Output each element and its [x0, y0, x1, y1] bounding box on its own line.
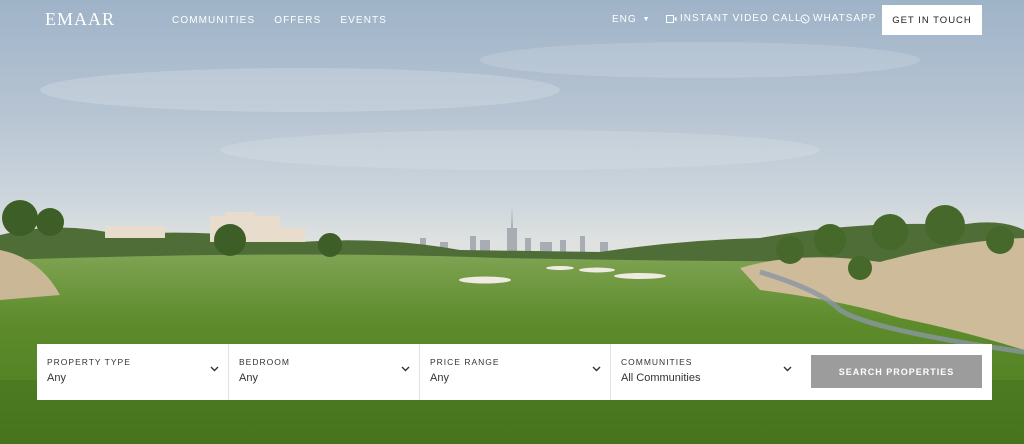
- video-call-label: INSTANT VIDEO CALL: [680, 13, 802, 24]
- main-nav-links: COMMUNITIES OFFERS EVENTS: [172, 15, 387, 26]
- nav-link-offers[interactable]: OFFERS: [274, 15, 321, 26]
- communities-dropdown[interactable]: COMMUNITIES All Communities: [610, 344, 801, 400]
- property-type-label: PROPERTY TYPE: [47, 357, 131, 367]
- chevron-down-icon: [401, 366, 410, 372]
- property-search-bar: PROPERTY TYPE Any BEDROOM Any PRICE RANG…: [37, 344, 992, 400]
- video-camera-icon: [666, 14, 677, 23]
- instant-video-call-link[interactable]: INSTANT VIDEO CALL: [666, 13, 802, 24]
- communities-label: COMMUNITIES: [621, 357, 693, 367]
- whatsapp-icon: [800, 14, 810, 23]
- whatsapp-label: WHATSAPP: [813, 13, 877, 24]
- chevron-down-icon: [783, 366, 792, 372]
- language-selector[interactable]: ENG ▼: [612, 14, 651, 25]
- language-label: ENG: [612, 14, 637, 25]
- top-navigation: EMAAR COMMUNITIES OFFERS EVENTS ENG ▼ INS…: [0, 0, 1024, 40]
- emaar-logo[interactable]: EMAAR: [45, 9, 115, 30]
- price-range-value: Any: [430, 372, 449, 384]
- property-type-value: Any: [47, 372, 66, 384]
- bedroom-value: Any: [239, 372, 258, 384]
- price-range-dropdown[interactable]: PRICE RANGE Any: [419, 344, 610, 400]
- nav-link-events[interactable]: EVENTS: [340, 15, 387, 26]
- property-type-dropdown[interactable]: PROPERTY TYPE Any: [37, 344, 228, 400]
- communities-value: All Communities: [621, 372, 701, 384]
- whatsapp-link[interactable]: WHATSAPP: [800, 13, 876, 24]
- chevron-down-icon: [210, 366, 219, 372]
- bedroom-dropdown[interactable]: BEDROOM Any: [228, 344, 419, 400]
- caret-down-icon: ▼: [642, 16, 651, 23]
- get-in-touch-button[interactable]: GET IN TOUCH: [882, 5, 982, 35]
- nav-link-communities[interactable]: COMMUNITIES: [172, 15, 255, 26]
- chevron-down-icon: [592, 366, 601, 372]
- search-properties-button[interactable]: SEARCH PROPERTIES: [811, 355, 982, 388]
- price-range-label: PRICE RANGE: [430, 357, 500, 367]
- bedroom-label: BEDROOM: [239, 357, 290, 367]
